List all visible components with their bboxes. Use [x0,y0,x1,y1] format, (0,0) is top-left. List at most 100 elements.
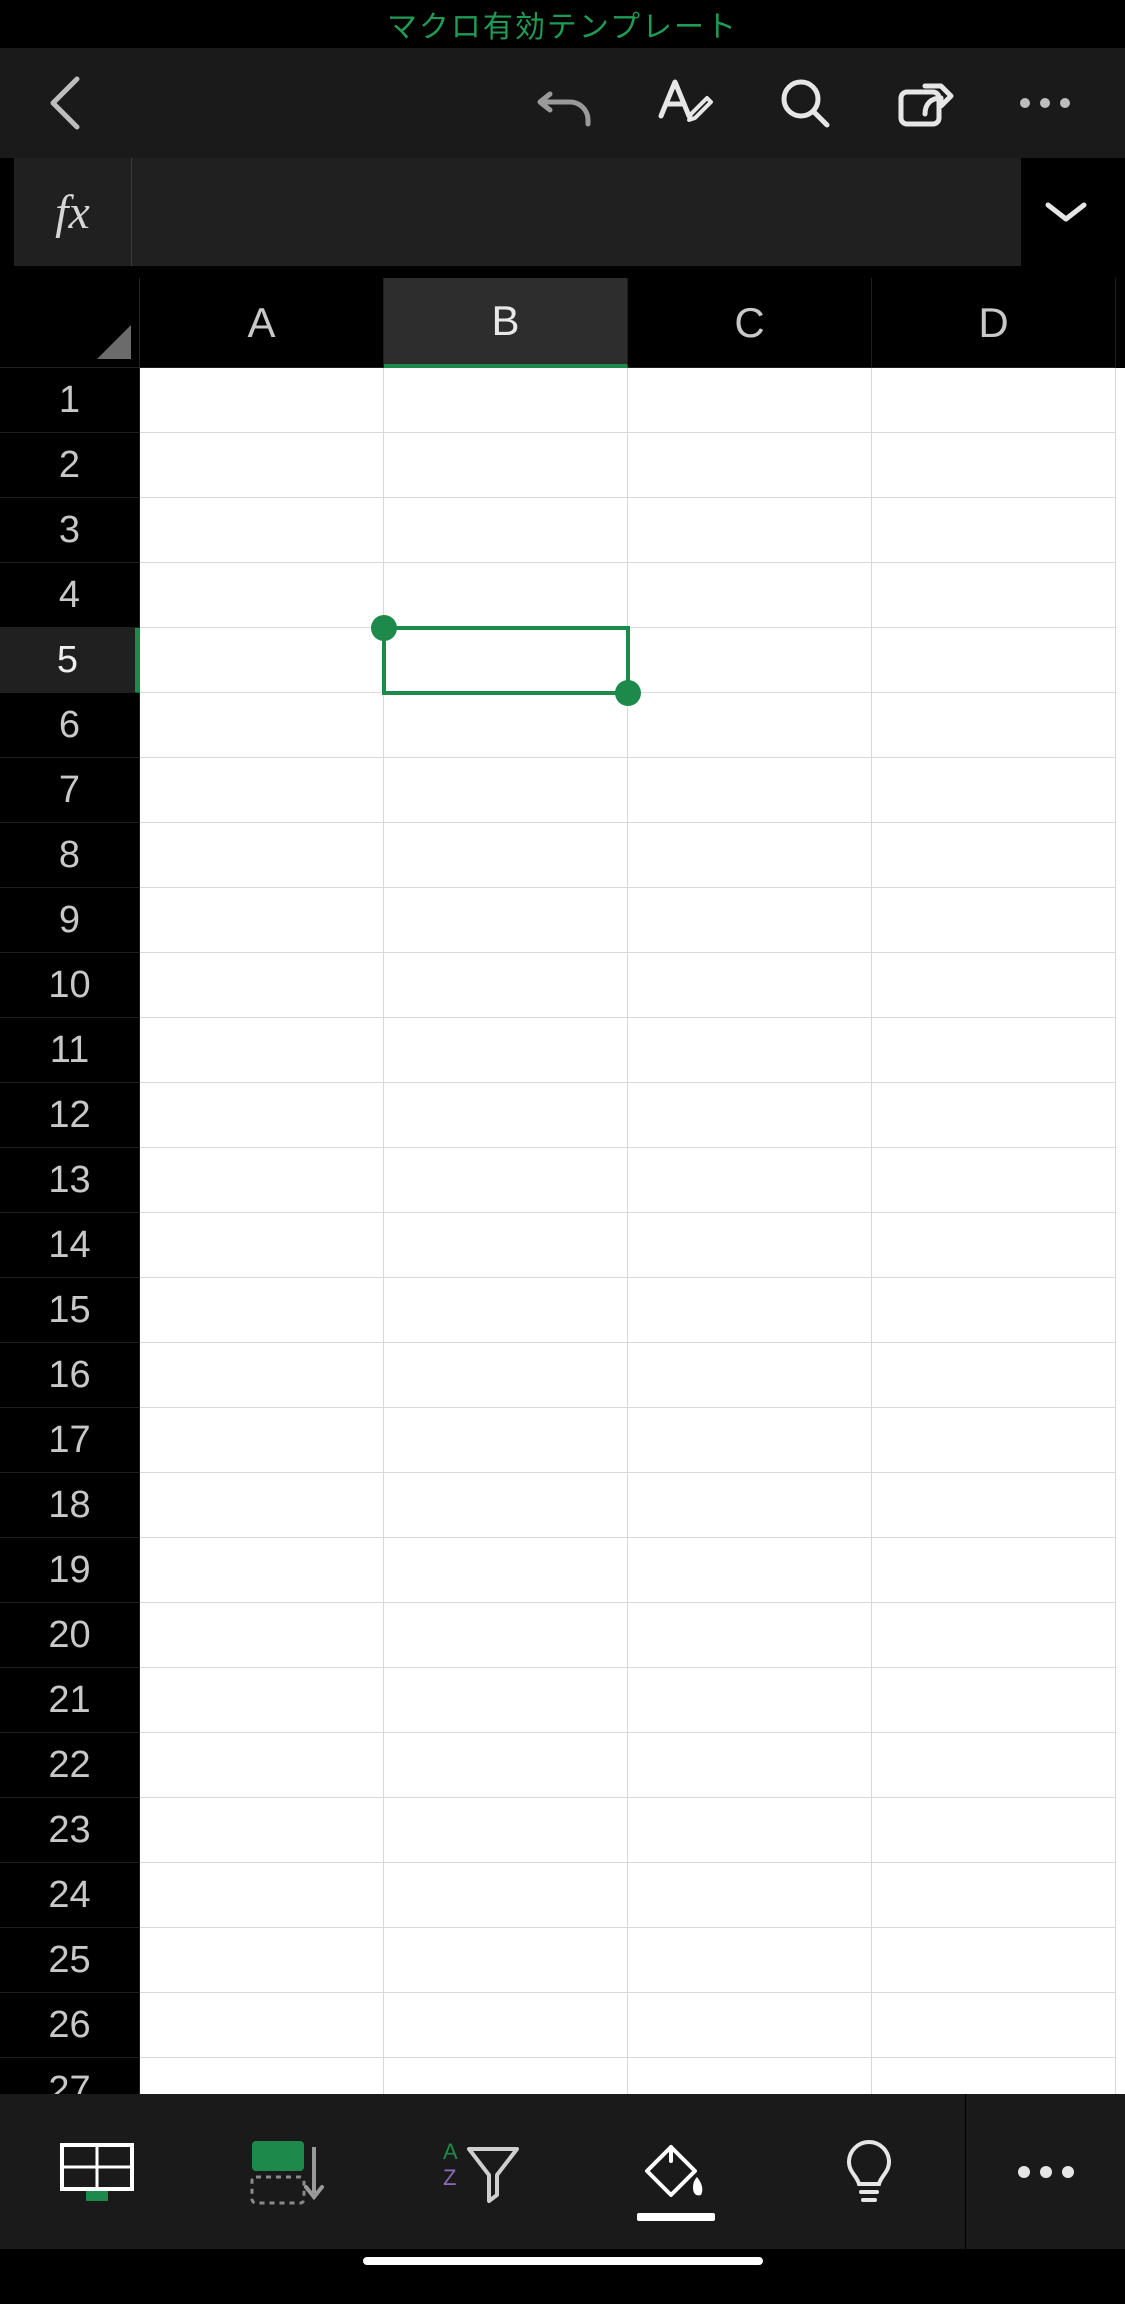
cell[interactable] [872,1018,1116,1083]
cell[interactable] [872,1343,1116,1408]
more-button[interactable] [985,48,1105,158]
row-header-13[interactable]: 13 [0,1148,140,1213]
row-header-8[interactable]: 8 [0,823,140,888]
cell[interactable] [628,368,872,433]
cell[interactable] [872,1993,1116,2058]
cell[interactable] [140,1213,384,1278]
cell[interactable] [384,1343,628,1408]
row-header-16[interactable]: 16 [0,1343,140,1408]
cell[interactable] [628,1668,872,1733]
cell[interactable] [384,1603,628,1668]
cell[interactable] [384,1863,628,1928]
cell[interactable] [384,888,628,953]
cell[interactable] [628,758,872,823]
cell[interactable] [140,1343,384,1408]
row-header-18[interactable]: 18 [0,1473,140,1538]
cell[interactable] [628,1863,872,1928]
cell[interactable] [140,1798,384,1863]
cell[interactable] [872,1148,1116,1213]
sheets-tab-button[interactable] [0,2094,193,2249]
cell[interactable] [628,1928,872,1993]
selection-handle-top-left[interactable] [371,615,397,641]
back-button[interactable] [20,48,110,158]
cell[interactable] [872,1863,1116,1928]
cell[interactable] [140,888,384,953]
cell[interactable] [384,498,628,563]
cell[interactable] [872,1603,1116,1668]
formula-input[interactable] [132,158,1021,266]
row-header-19[interactable]: 19 [0,1538,140,1603]
cell[interactable] [872,433,1116,498]
cell[interactable] [140,823,384,888]
select-all-corner[interactable] [0,278,140,368]
bottom-more-button[interactable] [965,2094,1125,2249]
cell[interactable] [140,1083,384,1148]
cell[interactable] [140,628,384,693]
cell[interactable] [140,1148,384,1213]
cell[interactable] [140,1278,384,1343]
cell[interactable] [628,1343,872,1408]
cell[interactable] [872,1798,1116,1863]
cell[interactable] [872,628,1116,693]
row-header-11[interactable]: 11 [0,1018,140,1083]
cell[interactable] [872,1083,1116,1148]
row-header-1[interactable]: 1 [0,368,140,433]
cell[interactable] [872,693,1116,758]
row-header-14[interactable]: 14 [0,1213,140,1278]
row-header-27[interactable]: 27 [0,2058,140,2094]
cell[interactable] [140,1668,384,1733]
cell[interactable] [872,1278,1116,1343]
row-header-10[interactable]: 10 [0,953,140,1018]
row-header-6[interactable]: 6 [0,693,140,758]
cell[interactable] [628,1993,872,2058]
cell[interactable] [140,433,384,498]
row-header-12[interactable]: 12 [0,1083,140,1148]
format-button[interactable] [625,48,745,158]
cell[interactable] [628,1083,872,1148]
cell[interactable] [628,823,872,888]
cell[interactable] [384,1538,628,1603]
row-header-7[interactable]: 7 [0,758,140,823]
cell[interactable] [628,1473,872,1538]
fill-button[interactable] [579,2094,772,2249]
cell[interactable] [140,758,384,823]
cell[interactable] [872,1473,1116,1538]
row-header-2[interactable]: 2 [0,433,140,498]
cells-area[interactable] [140,368,1125,2094]
cell[interactable] [628,1018,872,1083]
share-button[interactable] [865,48,985,158]
row-header-5[interactable]: 5 [0,628,140,693]
cell[interactable] [628,1408,872,1473]
cell[interactable] [384,823,628,888]
cell[interactable] [628,953,872,1018]
row-header-26[interactable]: 26 [0,1993,140,2058]
cell[interactable] [140,953,384,1018]
cell[interactable] [384,1798,628,1863]
row-header-25[interactable]: 25 [0,1928,140,1993]
cell[interactable] [384,1278,628,1343]
cell[interactable] [140,1408,384,1473]
cell[interactable] [384,953,628,1018]
undo-button[interactable] [505,48,625,158]
row-header-3[interactable]: 3 [0,498,140,563]
cell[interactable] [140,1018,384,1083]
row-header-20[interactable]: 20 [0,1603,140,1668]
cell[interactable] [872,563,1116,628]
cell[interactable] [628,1603,872,1668]
cell[interactable] [872,2058,1116,2094]
cell[interactable] [872,1668,1116,1733]
cell[interactable] [140,1473,384,1538]
search-button[interactable] [745,48,865,158]
cell[interactable] [628,1538,872,1603]
cell[interactable] [872,758,1116,823]
cell[interactable] [140,1993,384,2058]
cell[interactable] [140,498,384,563]
cell[interactable] [384,433,628,498]
cell[interactable] [872,1538,1116,1603]
cell[interactable] [872,1213,1116,1278]
cell[interactable] [140,1928,384,1993]
cell[interactable] [140,1603,384,1668]
cell[interactable] [140,2058,384,2094]
row-header-22[interactable]: 22 [0,1733,140,1798]
cell[interactable] [384,1213,628,1278]
